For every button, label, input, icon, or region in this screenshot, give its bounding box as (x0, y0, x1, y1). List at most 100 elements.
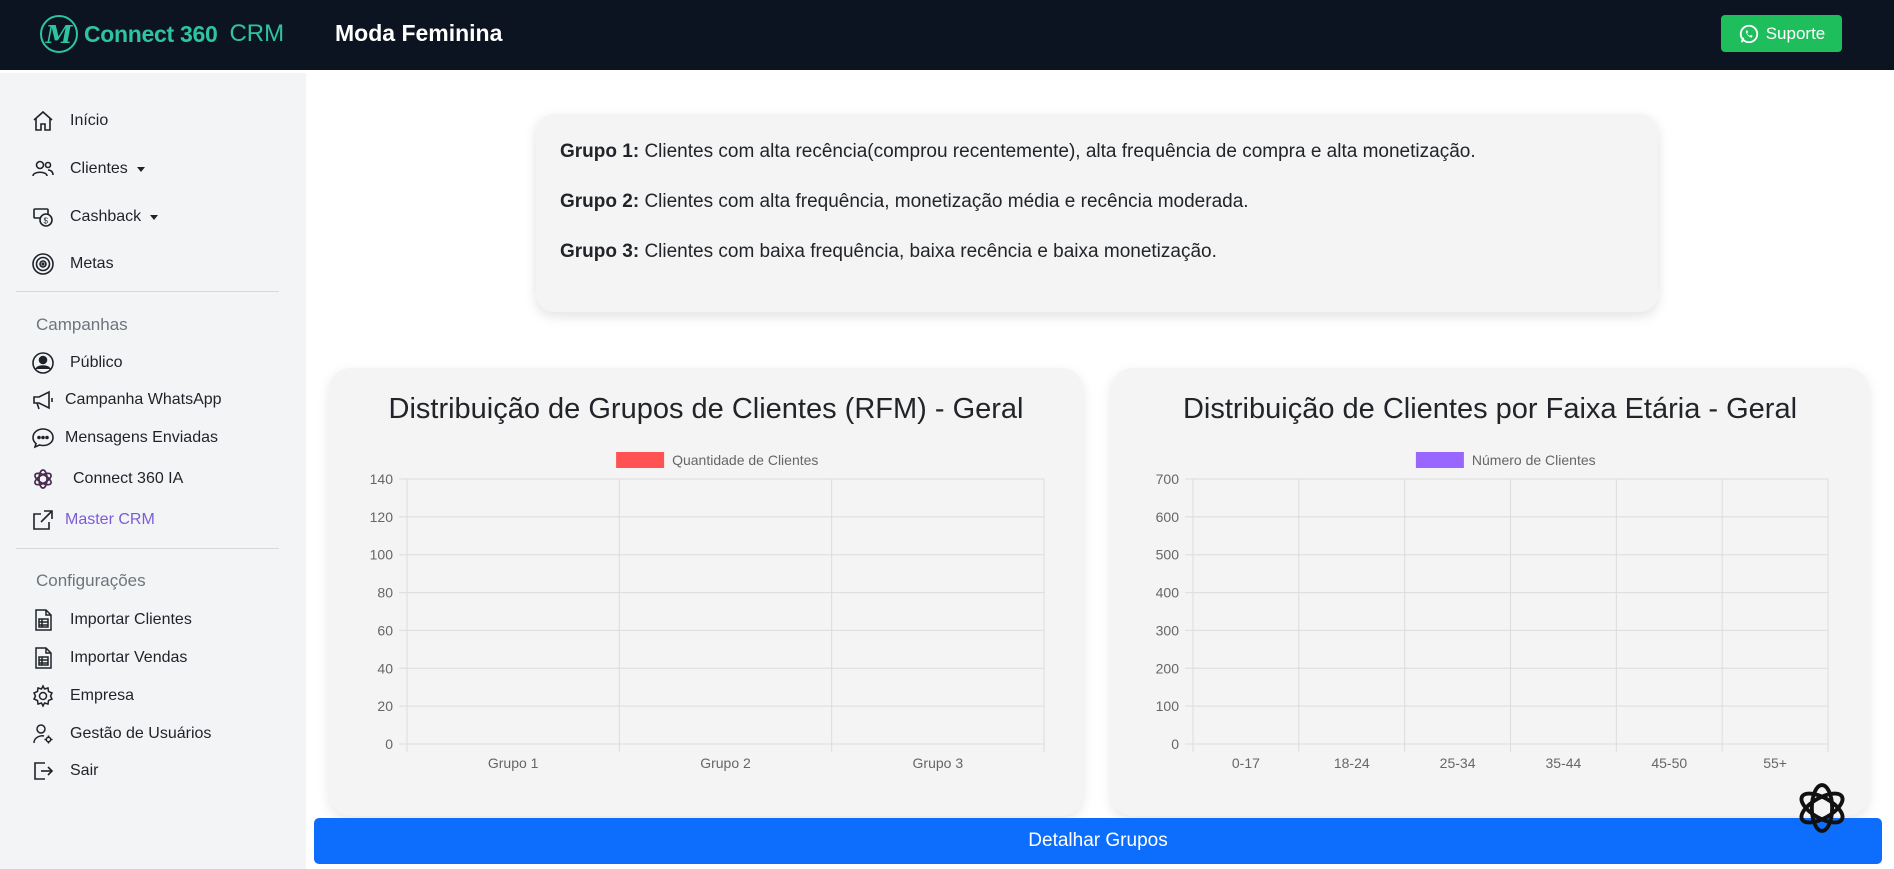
support-label: Suporte (1765, 23, 1826, 43)
sidebar-item-mensagens[interactable]: Mensagens Enviadas (30, 423, 218, 453)
sidebar-item-connect-ia[interactable]: Connect 360 IA (30, 464, 183, 494)
sidebar-item-label: Master CRM (65, 511, 155, 528)
person-circle-icon (30, 350, 56, 376)
y-tick-label: 140 (370, 471, 394, 487)
sidebar-item-label: Importar Vendas (70, 649, 188, 666)
whatsapp-icon (1739, 24, 1758, 43)
sidebar-item-inicio[interactable]: Início (30, 106, 108, 136)
y-tick-label: 600 (1156, 509, 1180, 525)
spreadsheet-icon (30, 607, 56, 633)
sidebar-item-campanha-whatsapp[interactable]: Campanha WhatsApp (30, 385, 222, 415)
sidebar: Início Clientes $ Cashback Metas Campanh… (0, 73, 306, 869)
y-tick-label: 300 (1156, 622, 1180, 638)
y-tick-label: 400 (1156, 585, 1180, 601)
brand-name: Connect 360 (84, 20, 218, 47)
sidebar-item-label: Público (70, 354, 123, 371)
top-navbar: M Connect 360 CRM Moda Feminina Suporte (0, 0, 1894, 70)
group-text: Clientes com baixa frequência, baixa rec… (644, 241, 1217, 262)
group-description: Grupo 2: Clientes com alta frequência, m… (560, 191, 1634, 241)
brand[interactable]: M Connect 360 CRM (40, 14, 284, 54)
store-title: Moda Feminina (335, 20, 503, 46)
sidebar-item-empresa[interactable]: Empresa (30, 681, 134, 711)
group-description: Grupo 1: Clientes com alta recência(comp… (560, 141, 1634, 191)
sidebar-item-label: Gestão de Usuários (70, 725, 212, 742)
x-tick-label: 25-34 (1440, 755, 1476, 771)
y-tick-label: 0 (385, 736, 393, 752)
sidebar-item-master-crm[interactable]: Master CRM (30, 505, 155, 535)
gear-icon (30, 683, 56, 709)
sidebar-item-cashback[interactable]: $ Cashback (30, 202, 159, 232)
legend-label: Quantidade de Clientes (672, 452, 818, 468)
sidebar-item-label: Cashback (70, 208, 142, 225)
user-gear-icon (30, 721, 56, 747)
group-label: Grupo 2: (560, 191, 640, 212)
group-text: Clientes com alta frequência, monetizaçã… (644, 191, 1249, 212)
external-link-icon (30, 507, 56, 533)
sidebar-item-clientes[interactable]: Clientes (30, 154, 145, 184)
sidebar-item-importar-clientes[interactable]: Importar Clientes (30, 605, 192, 635)
x-tick-label: 45-50 (1651, 755, 1687, 771)
brand-logo-icon: M (40, 15, 78, 53)
y-tick-label: 60 (377, 622, 393, 638)
megaphone-icon (30, 387, 56, 413)
sidebar-divider (16, 291, 279, 292)
group-description: Grupo 3: Clientes com baixa frequência, … (560, 241, 1634, 291)
y-tick-label: 700 (1156, 471, 1180, 487)
section-title-configuracoes: Configurações (36, 571, 146, 590)
x-tick-label: 35-44 (1546, 755, 1582, 771)
sidebar-item-label: Campanha WhatsApp (65, 391, 222, 408)
sidebar-item-label: Empresa (70, 687, 135, 704)
users-icon (30, 156, 56, 182)
sidebar-item-sair[interactable]: Sair (30, 756, 98, 786)
cashback-icon: $ (30, 204, 56, 230)
x-tick-label: Grupo 2 (700, 755, 751, 771)
openai-icon (30, 466, 56, 492)
x-tick-label: Grupo 1 (488, 755, 539, 771)
openai-chat-icon[interactable] (1793, 779, 1851, 837)
group-text: Clientes com alta recência(comprou recen… (644, 141, 1476, 162)
home-icon (30, 108, 56, 134)
sidebar-item-label: Sair (70, 762, 99, 779)
age-chart-card: Distribuição de Clientes por Faixa Etári… (1111, 368, 1869, 816)
y-tick-label: 0 (1171, 736, 1179, 752)
legend-swatch (1415, 452, 1464, 468)
chat-dots-icon (30, 425, 56, 451)
sidebar-item-gestao-usuarios[interactable]: Gestão de Usuários (30, 719, 211, 749)
sidebar-item-label: Início (70, 112, 109, 129)
sidebar-item-label: Mensagens Enviadas (65, 429, 218, 446)
x-tick-label: 55+ (1763, 755, 1787, 771)
y-tick-label: 200 (1156, 660, 1180, 676)
group-label: Grupo 1: (560, 141, 640, 162)
sidebar-item-metas[interactable]: Metas (30, 249, 114, 279)
y-tick-label: 40 (377, 660, 393, 676)
y-tick-label: 120 (370, 509, 394, 525)
sidebar-item-label: Importar Clientes (70, 611, 192, 628)
legend-label: Número de Clientes (1472, 452, 1596, 468)
y-tick-label: 100 (370, 547, 394, 563)
brand-suffix: CRM (229, 20, 285, 47)
logout-icon (30, 758, 56, 784)
age-bar-chart: 0 100 200 300 400 500 600 700 0-17 18-24 25-34 35-4… (1156, 452, 1829, 771)
section-title-campanhas: Campanhas (36, 315, 128, 334)
y-tick-label: 100 (1156, 698, 1180, 714)
x-tick-label: Grupo 3 (913, 755, 964, 771)
legend-swatch (616, 452, 665, 468)
detail-groups-button[interactable]: Detalhar Grupos (314, 818, 1882, 864)
x-tick-label: 0-17 (1232, 755, 1260, 771)
y-tick-label: 20 (377, 698, 393, 714)
rfm-chart-card: Distribuição de Grupos de Clientes (RFM)… (329, 368, 1083, 816)
rfm-bar-chart: 0 20 40 60 80 100 120 140 Grupo 1 Grupo 2 Grupo 3 Q… (370, 452, 1045, 771)
groups-info-card: Grupo 1: Clientes com alta recência(comp… (536, 114, 1658, 312)
chevron-down-icon (136, 166, 145, 172)
y-tick-label: 80 (377, 585, 393, 601)
spreadsheet-icon (30, 645, 56, 671)
target-icon (30, 251, 56, 277)
sidebar-item-importar-vendas[interactable]: Importar Vendas (30, 643, 187, 673)
sidebar-item-publico[interactable]: Público (30, 348, 122, 378)
sidebar-divider (16, 548, 279, 549)
support-button[interactable]: Suporte (1721, 15, 1842, 52)
x-tick-label: 18-24 (1334, 755, 1370, 771)
svg-text:$: $ (44, 217, 49, 226)
chevron-down-icon (150, 214, 159, 220)
group-label: Grupo 3: (560, 241, 640, 262)
